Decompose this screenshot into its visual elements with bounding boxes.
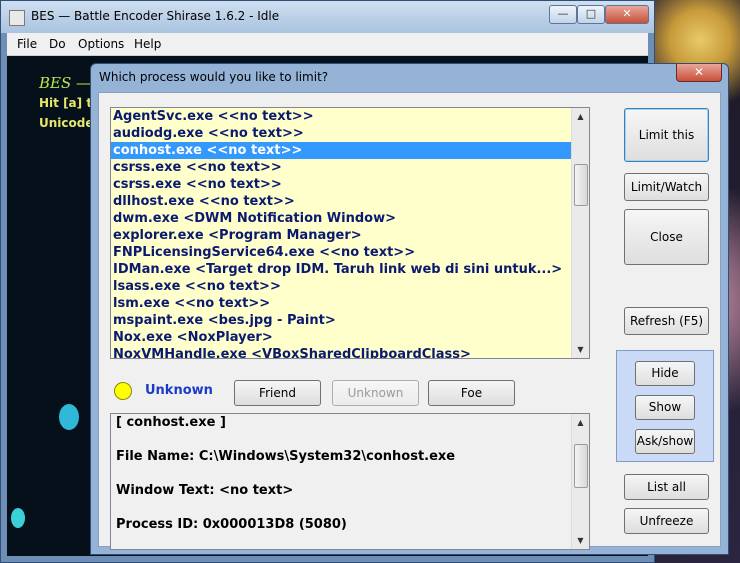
menu-options[interactable]: Options [78, 37, 124, 51]
process-list-item[interactable]: explorer.exe <Program Manager> [111, 227, 572, 244]
status-indicator-icon [114, 382, 132, 400]
hide-button[interactable]: Hide [635, 361, 695, 386]
detail-line: File Name: C:\Windows\System32\conhost.e… [116, 449, 456, 464]
process-list-item[interactable]: IDMan.exe <Target drop IDM. Taruh link w… [111, 261, 572, 278]
process-list-scrollbar[interactable]: ▲ ▼ [571, 108, 589, 358]
process-list-item[interactable]: csrss.exe <<no text>> [111, 176, 572, 193]
process-details: [ conhost.exe ] File Name: C:\Windows\Sys… [110, 413, 590, 550]
process-list-item[interactable]: AgentSvc.exe <<no text>> [111, 108, 572, 125]
process-list-item[interactable]: NoxVMHandle.exe <VBoxSharedClipboardClas… [111, 346, 572, 358]
unfreeze-button[interactable]: Unfreeze [624, 508, 709, 534]
process-list-item[interactable]: lsm.exe <<no text>> [111, 295, 572, 312]
details-scrollbar[interactable]: ▲ ▼ [571, 414, 589, 549]
process-list-item[interactable]: audiodg.exe <<no text>> [111, 125, 572, 142]
menu-do[interactable]: Do [49, 37, 66, 51]
client-text-line2: Hit [a] t [39, 96, 93, 110]
dialog-title: Which process would you like to limit? [99, 70, 329, 84]
detail-line: Window Text: <no text> [116, 483, 294, 498]
main-window-title: BES — Battle Encoder Shirase 1.6.2 - Idl… [31, 9, 280, 23]
close-button[interactable]: Close [624, 209, 709, 265]
main-title-bar[interactable]: BES — Battle Encoder Shirase 1.6.2 - Idl… [1, 1, 654, 33]
minimize-button[interactable]: — [549, 5, 577, 24]
process-list-item[interactable]: csrss.exe <<no text>> [111, 159, 572, 176]
foe-button[interactable]: Foe [428, 380, 515, 406]
unknown-button[interactable]: Unknown [332, 380, 419, 406]
refresh-button[interactable]: Refresh (F5) [624, 307, 709, 335]
decorative-blob [11, 508, 25, 528]
process-list-item[interactable]: mspaint.exe <bes.jpg - Paint> [111, 312, 572, 329]
menu-file[interactable]: File [17, 37, 37, 51]
scroll-down-icon[interactable]: ▼ [572, 341, 589, 358]
client-text-line3: Unicode [39, 116, 94, 130]
status-label: Unknown [145, 383, 213, 398]
detail-line: [ conhost.exe ] [116, 415, 226, 430]
process-list-item[interactable]: conhost.exe <<no text>> [111, 142, 572, 159]
scroll-up-icon[interactable]: ▲ [572, 108, 589, 125]
process-list-rows: AgentSvc.exe <<no text>> audiodg.exe <<no… [111, 108, 572, 358]
ask-show-button[interactable]: Ask/show [635, 429, 695, 454]
visibility-group: Hide Show Ask/show [616, 350, 714, 462]
scroll-thumb[interactable] [574, 444, 588, 488]
decorative-blob [59, 404, 79, 430]
show-button[interactable]: Show [635, 395, 695, 420]
process-list[interactable]: AgentSvc.exe <<no text>> audiodg.exe <<no… [110, 107, 590, 359]
menu-help[interactable]: Help [134, 37, 161, 51]
client-heading: BES — [39, 74, 92, 92]
maximize-button[interactable]: □ [577, 5, 605, 24]
detail-line: Process ID: 0x000013D8 (5080) [116, 517, 347, 532]
process-details-lines: [ conhost.exe ] File Name: C:\Windows\Sys… [116, 414, 567, 549]
limit-this-button[interactable]: Limit this [624, 108, 709, 162]
process-dialog: Which process would you like to limit? ✕… [90, 63, 729, 555]
limit-watch-button[interactable]: Limit/Watch [624, 173, 709, 201]
dialog-close-button[interactable]: ✕ [676, 64, 722, 82]
process-list-item[interactable]: dwm.exe <DWM Notification Window> [111, 210, 572, 227]
friend-button[interactable]: Friend [234, 380, 321, 406]
main-close-button[interactable]: ✕ [605, 5, 649, 24]
process-list-item[interactable]: lsass.exe <<no text>> [111, 278, 572, 295]
process-list-item[interactable]: FNPLicensingService64.exe <<no text>> [111, 244, 572, 261]
scroll-thumb[interactable] [574, 164, 588, 206]
process-list-item[interactable]: dllhost.exe <<no text>> [111, 193, 572, 210]
scroll-down-icon[interactable]: ▼ [572, 532, 589, 549]
menu-bar: File Do Options Help [7, 33, 648, 56]
app-icon [9, 10, 25, 26]
dialog-body: AgentSvc.exe <<no text>> audiodg.exe <<no… [98, 92, 721, 550]
process-list-item[interactable]: Nox.exe <NoxPlayer> [111, 329, 572, 346]
scroll-up-icon[interactable]: ▲ [572, 414, 589, 431]
list-all-button[interactable]: List all [624, 474, 709, 500]
